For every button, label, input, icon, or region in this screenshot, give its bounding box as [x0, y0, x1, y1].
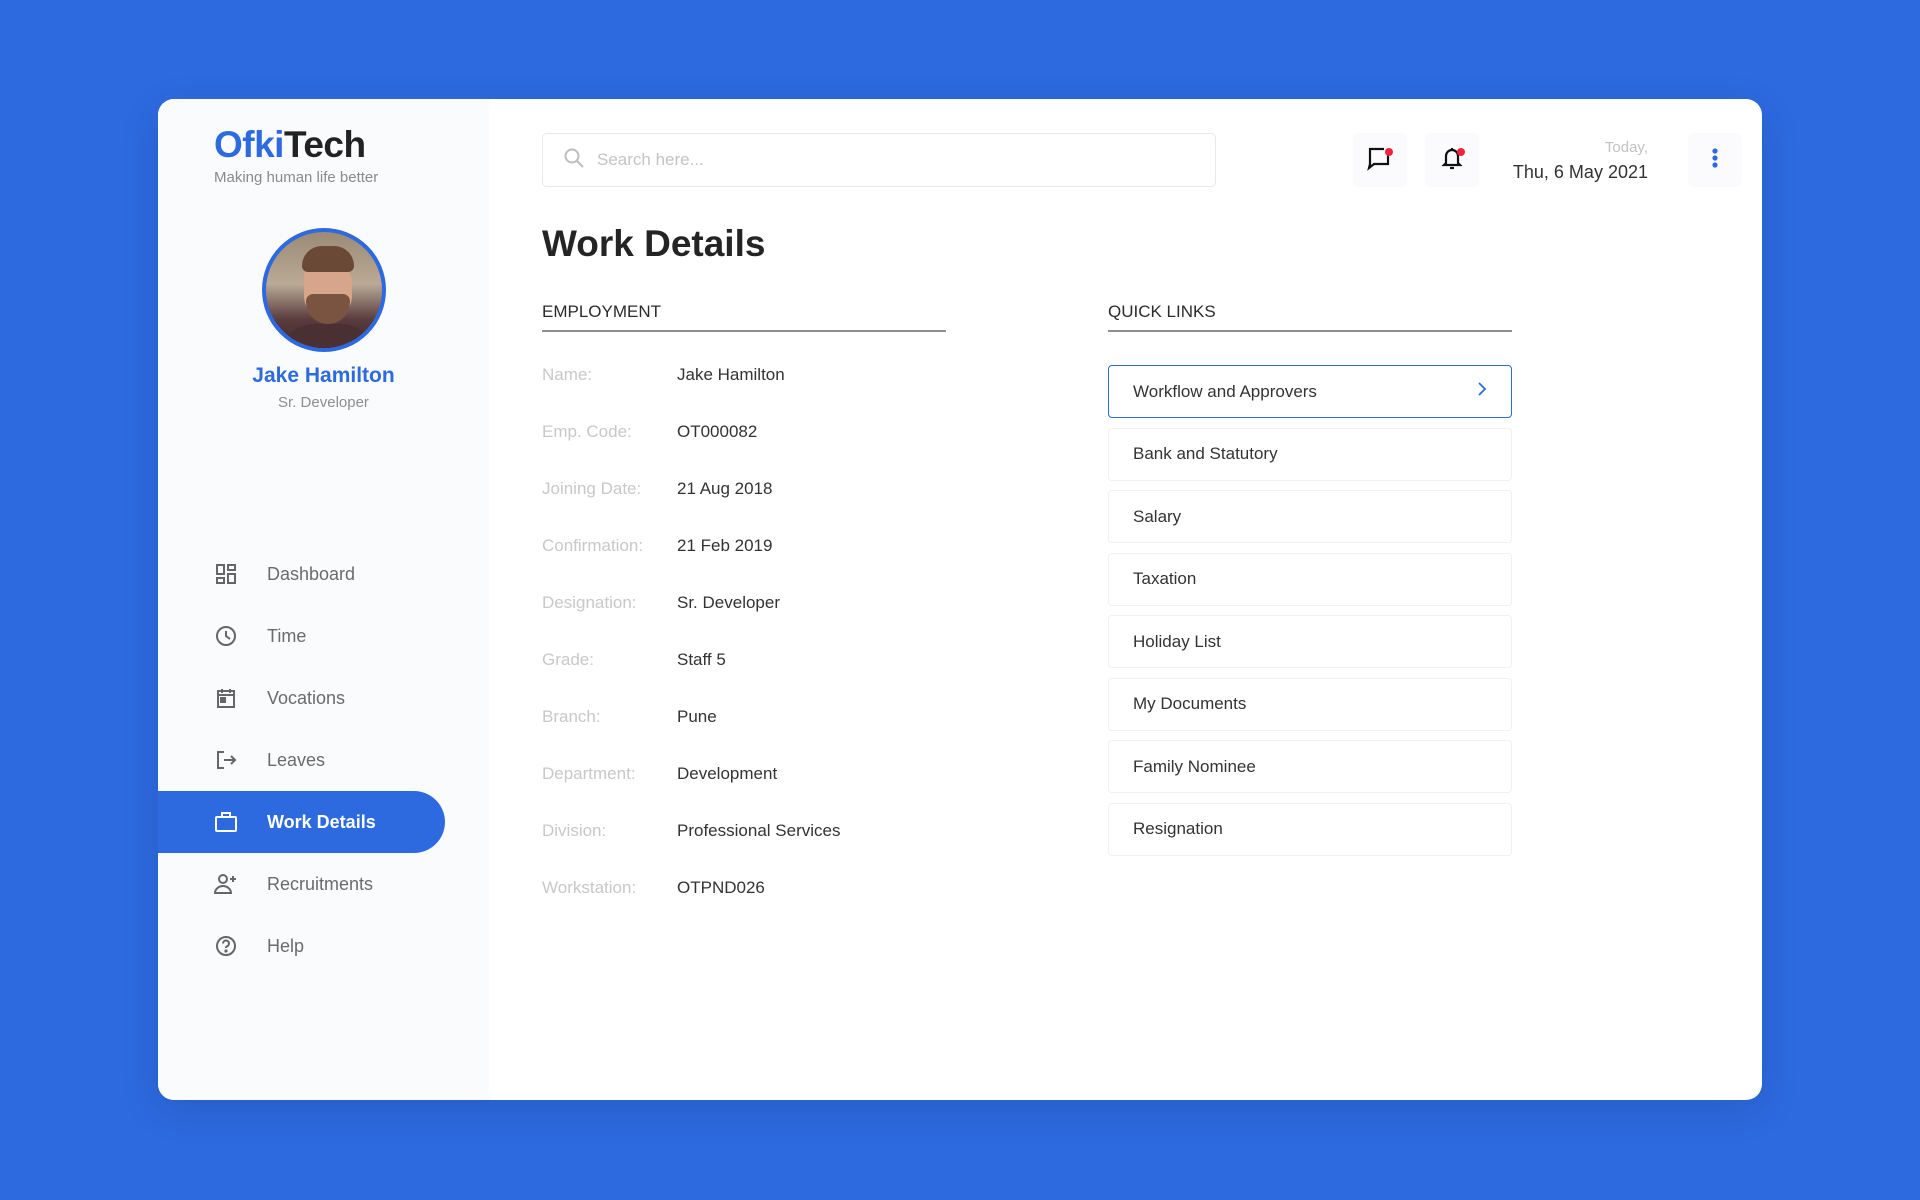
logo[interactable]: OfkiTech Making human life better [214, 126, 378, 186]
brand-name-part1: Ofki [214, 124, 284, 165]
detail-row: Grade: Staff 5 [542, 631, 840, 688]
quick-link-salary[interactable]: Salary [1108, 490, 1512, 543]
detail-row: Division: Professional Services [542, 802, 840, 859]
detail-value: Staff 5 [677, 649, 726, 669]
sidebar-item-label: Work Details [267, 811, 376, 832]
sidebar-item-leaves[interactable]: Leaves [158, 729, 489, 791]
detail-row: Designation: Sr. Developer [542, 574, 840, 631]
employment-details: Name: Jake Hamilton Emp. Code: OT000082 Jo… [542, 346, 840, 916]
chevron-right-icon [1477, 381, 1487, 402]
more-options-button[interactable] [1688, 133, 1742, 187]
sidebar-item-time[interactable]: Time [158, 605, 489, 667]
app-window: OfkiTech Making human life better Jake H… [158, 99, 1762, 1100]
date-display: Today, Thu, 6 May 2021 [1513, 139, 1648, 183]
detail-value: Pune [677, 706, 717, 726]
detail-value: Jake Hamilton [677, 364, 785, 384]
search-icon [563, 147, 597, 174]
detail-value: 21 Feb 2019 [677, 535, 773, 555]
notifications-notification-dot [1457, 148, 1465, 156]
sidebar-item-label: Dashboard [267, 563, 356, 584]
logout-icon [214, 748, 238, 772]
search-bar[interactable] [542, 133, 1216, 187]
detail-label: Emp. Code: [542, 421, 632, 441]
detail-row: Emp. Code: OT000082 [542, 403, 840, 460]
help-icon [214, 934, 238, 958]
quick-link-label: Workflow and Approvers [1133, 381, 1317, 401]
quick-link-label: Bank and Statutory [1133, 444, 1278, 463]
detail-row: Name: Jake Hamilton [542, 346, 840, 403]
sidebar-item-help[interactable]: Help [158, 915, 489, 977]
detail-row: Department: Development [542, 745, 840, 802]
dashboard-icon [214, 562, 238, 586]
quick-links-heading: QUICK LINKS [1108, 302, 1512, 332]
sidebar-item-label: Time [267, 625, 307, 646]
quick-links-list: Workflow and Approvers Bank and Statutor… [1108, 365, 1512, 865]
detail-label: Workstation: [542, 877, 637, 897]
sidebar-nav: Dashboard Time Vocations Leaves Work Det… [158, 543, 489, 977]
brand-name-part2: Tech [283, 124, 366, 165]
quick-link-label: My Documents [1133, 694, 1247, 713]
notifications-button[interactable] [1425, 133, 1479, 187]
detail-label: Branch: [542, 706, 601, 726]
detail-row: Joining Date: 21 Aug 2018 [542, 460, 840, 517]
detail-row: Branch: Pune [542, 688, 840, 745]
briefcase-icon [214, 810, 238, 834]
detail-value: 21 Aug 2018 [677, 478, 773, 498]
sidebar-item-label: Help [267, 935, 305, 956]
avatar[interactable] [261, 228, 386, 352]
date-label: Today, [1604, 139, 1648, 156]
employment-heading: EMPLOYMENT [542, 302, 946, 332]
quick-link-label: Holiday List [1133, 631, 1221, 651]
quick-link-workflow-and-approvers[interactable]: Workflow and Approvers [1108, 365, 1512, 418]
quick-link-label: Taxation [1133, 569, 1197, 588]
detail-row: Confirmation: 21 Feb 2019 [542, 517, 840, 574]
detail-row: Workstation: OTPND026 [542, 859, 840, 916]
detail-value: Sr. Developer [677, 592, 780, 612]
brand-name: OfkiTech [214, 126, 378, 163]
quick-link-family-nominee[interactable]: Family Nominee [1108, 740, 1512, 793]
detail-label: Name: [542, 364, 593, 384]
more-vertical-icon [1711, 147, 1719, 174]
profile-name: Jake Hamilton [252, 364, 395, 387]
search-input[interactable] [597, 150, 1157, 170]
quick-link-resignation[interactable]: Resignation [1108, 802, 1512, 856]
sidebar-item-work-details[interactable]: Work Details [158, 791, 445, 853]
sidebar-item-label: Leaves [267, 749, 326, 770]
detail-value: OT000082 [677, 421, 758, 441]
sidebar-item-label: Recruitments [267, 873, 374, 894]
quick-link-taxation[interactable]: Taxation [1108, 552, 1512, 606]
detail-label: Designation: [542, 592, 637, 612]
page-title: Work Details [542, 223, 766, 264]
profile-role: Sr. Developer [278, 394, 369, 411]
detail-label: Division: [542, 820, 607, 840]
detail-label: Confirmation: [542, 535, 644, 555]
date-value: Thu, 6 May 2021 [1512, 162, 1648, 182]
quick-link-label: Family Nominee [1133, 756, 1256, 776]
sidebar-item-recruitments[interactable]: Recruitments [158, 853, 489, 915]
detail-label: Department: [542, 763, 636, 783]
detail-label: Grade: [542, 649, 594, 669]
quick-link-my-documents[interactable]: My Documents [1108, 677, 1512, 731]
quick-link-bank-and-statutory[interactable]: Bank and Statutory [1108, 427, 1512, 481]
quick-link-holiday-list[interactable]: Holiday List [1108, 615, 1512, 668]
sidebar-item-vocations[interactable]: Vocations [158, 667, 489, 729]
quick-link-label: Salary [1133, 506, 1182, 526]
messages-button[interactable] [1353, 133, 1407, 187]
detail-value: Development [677, 763, 778, 783]
detail-value: OTPND026 [677, 877, 765, 897]
quick-link-label: Resignation [1133, 819, 1223, 838]
clock-icon [214, 624, 238, 648]
user-profile: Jake Hamilton Sr. Developer [158, 228, 489, 411]
calendar-icon [214, 686, 238, 710]
sidebar-item-dashboard[interactable]: Dashboard [158, 543, 489, 605]
messages-notification-dot [1385, 148, 1393, 156]
add-user-icon [214, 872, 238, 896]
sidebar-item-label: Vocations [267, 687, 346, 708]
brand-tagline: Making human life better [214, 169, 379, 186]
detail-value: Professional Services [677, 820, 841, 840]
detail-label: Joining Date: [542, 478, 642, 498]
sidebar: OfkiTech Making human life better Jake H… [158, 99, 489, 1100]
